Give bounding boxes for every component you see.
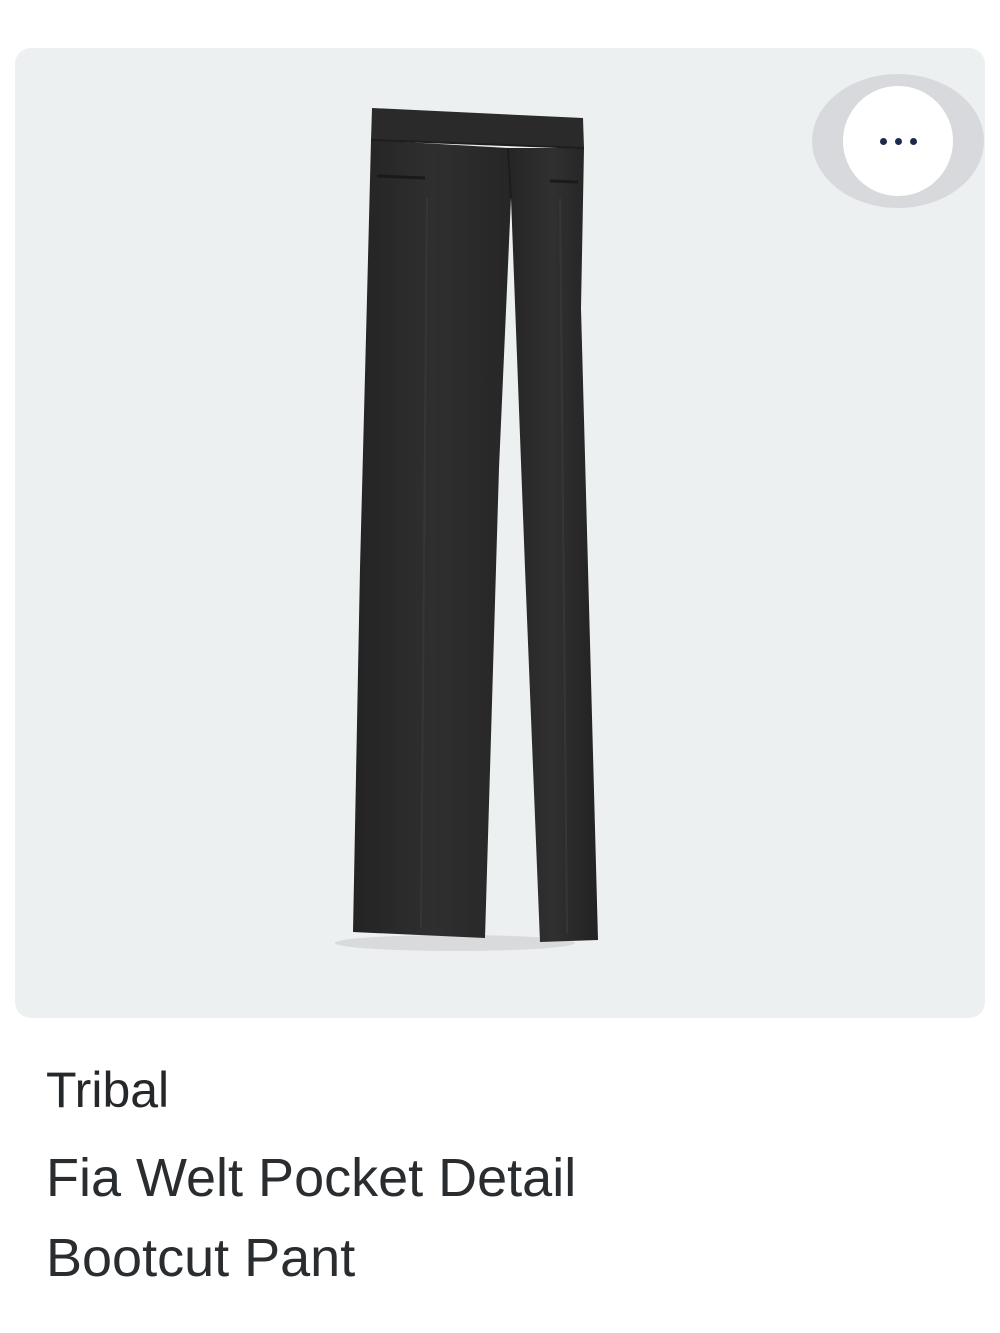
product-brand: Tribal [46, 1062, 170, 1118]
more-options-button[interactable] [812, 74, 984, 208]
product-name-line1: Fia Welt Pocket Detail [46, 1148, 577, 1208]
product-photo [335, 108, 598, 951]
more-horizontal-icon [879, 137, 917, 145]
more-options-button-inner[interactable] [843, 86, 953, 196]
product-image-container[interactable] [15, 48, 985, 1018]
product-name: Fia Welt Pocket Detail Bootcut Pant [46, 1138, 946, 1298]
product-name-line2: Bootcut Pant [46, 1228, 356, 1288]
